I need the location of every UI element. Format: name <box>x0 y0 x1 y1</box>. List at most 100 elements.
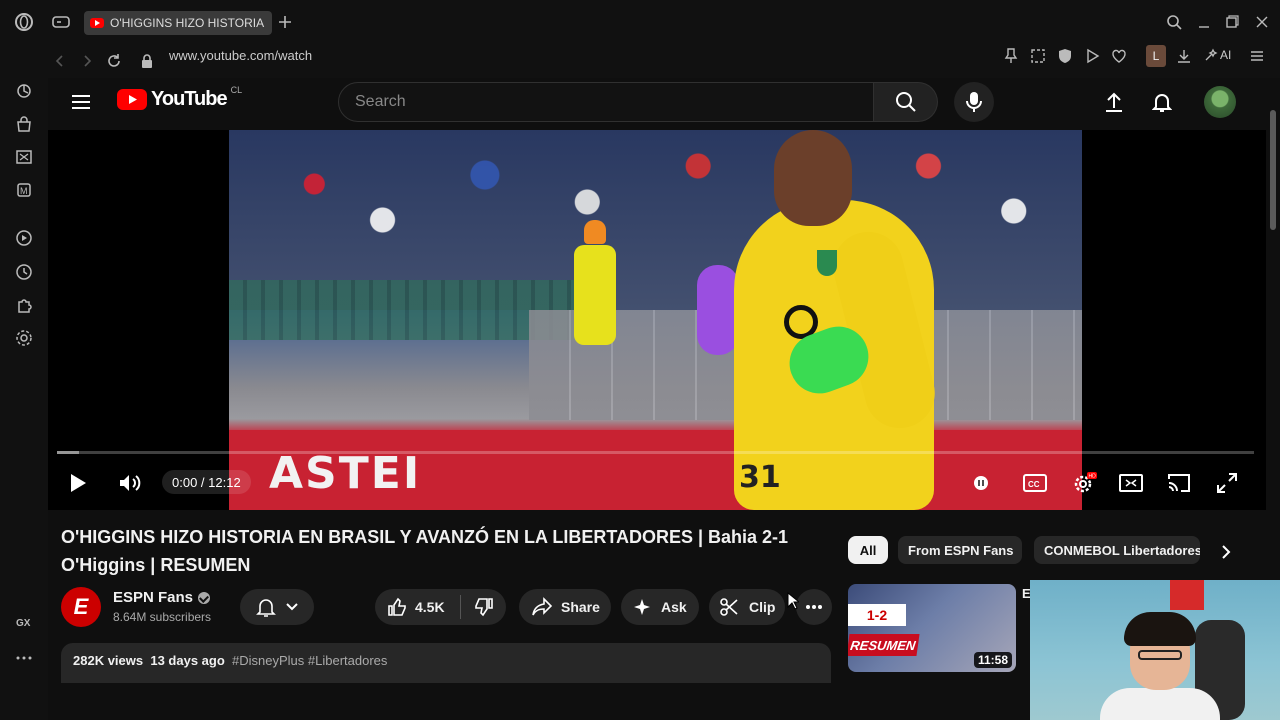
account-avatar[interactable] <box>1204 86 1236 118</box>
video-steward <box>574 245 616 345</box>
thumbs-up-icon <box>388 597 406 616</box>
chips-next-button[interactable] <box>1214 540 1238 564</box>
theater-mode-button[interactable] <box>1118 471 1144 495</box>
like-count: 4.5K <box>415 599 445 615</box>
volume-button[interactable] <box>116 471 144 495</box>
tab-title: O'HIGGINS HIZO HISTORIA <box>110 16 265 30</box>
like-button[interactable]: 4.5K <box>375 595 461 619</box>
related-video-thumbnail[interactable]: 1-2 RESUMEN 11:58 <box>848 584 1016 672</box>
thumbnail-label: RESUMEN <box>848 634 920 656</box>
progress-bar[interactable] <box>57 451 1254 454</box>
microphone-icon <box>966 92 982 112</box>
video-jersey-number: 31 <box>739 460 781 495</box>
settings-button[interactable]: HD <box>1070 469 1100 497</box>
autoplay-pause-icon <box>974 476 988 490</box>
play-button[interactable] <box>66 471 90 495</box>
voice-search-button[interactable] <box>954 82 994 122</box>
easy-setup-icon[interactable] <box>1247 46 1267 66</box>
ask-label: Ask <box>661 599 687 615</box>
player-icon[interactable] <box>1082 46 1102 66</box>
download-icon[interactable] <box>1174 46 1194 66</box>
search-input[interactable] <box>355 93 873 111</box>
sidebar-twitch-icon[interactable] <box>14 147 34 167</box>
youtube-logo-text: YouTube <box>151 88 228 110</box>
sidebar-messenger-icon[interactable]: M <box>14 180 34 200</box>
channel-name: ESPN Fans <box>113 589 194 606</box>
webcam-wall-jersey <box>1170 580 1204 610</box>
autoplay-toggle[interactable] <box>970 471 992 495</box>
thumbnail-score: 1-2 <box>848 604 906 626</box>
webcam-overlay <box>1030 580 1280 720</box>
cast-button[interactable] <box>1166 471 1192 495</box>
chip-all[interactable]: All <box>848 536 888 564</box>
dislike-button[interactable] <box>461 597 506 617</box>
upload-icon[interactable] <box>1102 90 1126 114</box>
close-window-icon[interactable] <box>1252 12 1272 32</box>
pin-icon[interactable] <box>1001 46 1021 66</box>
scissors-icon <box>720 598 738 616</box>
subtitles-button[interactable]: CC <box>1022 471 1048 495</box>
browser-tab-active[interactable]: O'HIGGINS HIZO HISTORIA <box>84 11 272 35</box>
subscription-bell-button[interactable] <box>240 589 314 625</box>
share-button[interactable]: Share <box>519 589 611 625</box>
more-horizontal-icon <box>806 605 822 609</box>
thumbs-down-icon <box>474 598 493 617</box>
ai-button[interactable]: AI <box>1204 48 1231 62</box>
back-icon[interactable] <box>50 51 70 71</box>
clip-label: Clip <box>749 599 776 615</box>
heart-icon[interactable] <box>1109 46 1129 66</box>
url-text[interactable]: www.youtube.com/watch <box>169 48 312 63</box>
lock-icon[interactable] <box>137 51 157 71</box>
reload-icon[interactable] <box>104 51 124 71</box>
more-actions-button[interactable] <box>796 589 832 625</box>
upload-age: 13 days ago <box>150 653 225 668</box>
sidebar-history-icon[interactable] <box>14 262 34 282</box>
svg-text:HD: HD <box>1089 474 1097 480</box>
search-tabs-icon[interactable] <box>1164 12 1184 32</box>
youtube-logo[interactable]: YouTube CL <box>117 85 242 111</box>
adblock-shield-icon[interactable] <box>1055 46 1075 66</box>
youtube-logo-icon <box>117 89 147 110</box>
svg-text:M: M <box>20 186 28 196</box>
sidebar-extensions-icon[interactable] <box>14 295 34 315</box>
scrollbar-thumb[interactable] <box>1270 110 1276 230</box>
chevron-down-icon <box>286 603 298 611</box>
chip-from-channel[interactable]: From ESPN Fans <box>898 536 1022 564</box>
cc-icon: CC <box>1023 474 1047 492</box>
chip-conmebol[interactable]: CONMEBOL Libertadores <box>1034 536 1200 564</box>
hashtags[interactable]: #DisneyPlus #Libertadores <box>232 653 387 668</box>
sidebar-feed-icon[interactable] <box>14 81 34 101</box>
sidebar-gx-label[interactable]: GX <box>16 618 30 629</box>
new-tab-plus-icon[interactable] <box>275 12 295 32</box>
profile-badge[interactable]: L <box>1146 45 1166 67</box>
youtube-favicon-icon <box>90 18 104 28</box>
view-count: 282K views <box>73 653 144 668</box>
fullscreen-icon <box>1217 473 1237 493</box>
video-steward-head <box>584 220 606 244</box>
sidebar-store-icon[interactable] <box>14 115 34 135</box>
gaming-icon[interactable] <box>51 12 71 32</box>
channel-name-link[interactable]: ESPN Fans <box>113 589 211 606</box>
search-button[interactable] <box>874 82 938 122</box>
video-club-badge <box>817 250 837 276</box>
guide-menu-icon[interactable] <box>70 92 92 112</box>
sidebar-player-icon[interactable] <box>14 228 34 248</box>
search-box[interactable] <box>338 82 874 122</box>
channel-avatar[interactable]: E <box>61 587 101 627</box>
sidebar-more-icon[interactable] <box>14 648 34 668</box>
description-box[interactable]: 282K views 13 days ago #DisneyPlus #Libe… <box>61 643 831 683</box>
share-icon <box>532 597 553 616</box>
opera-logo-icon[interactable] <box>14 12 34 32</box>
maximize-icon[interactable] <box>1222 12 1242 32</box>
snapshot-icon[interactable] <box>1028 46 1048 66</box>
ask-button[interactable]: Ask <box>621 589 699 625</box>
play-icon <box>71 474 86 492</box>
cast-icon <box>1168 474 1190 492</box>
clip-button[interactable]: Clip <box>709 589 785 625</box>
minimize-icon[interactable] <box>1194 12 1214 32</box>
fullscreen-button[interactable] <box>1214 471 1240 495</box>
notifications-bell-icon[interactable] <box>1150 90 1174 114</box>
forward-icon[interactable] <box>77 51 97 71</box>
sidebar-settings-icon[interactable] <box>14 328 34 348</box>
video-goalkeeper-head <box>774 130 852 226</box>
